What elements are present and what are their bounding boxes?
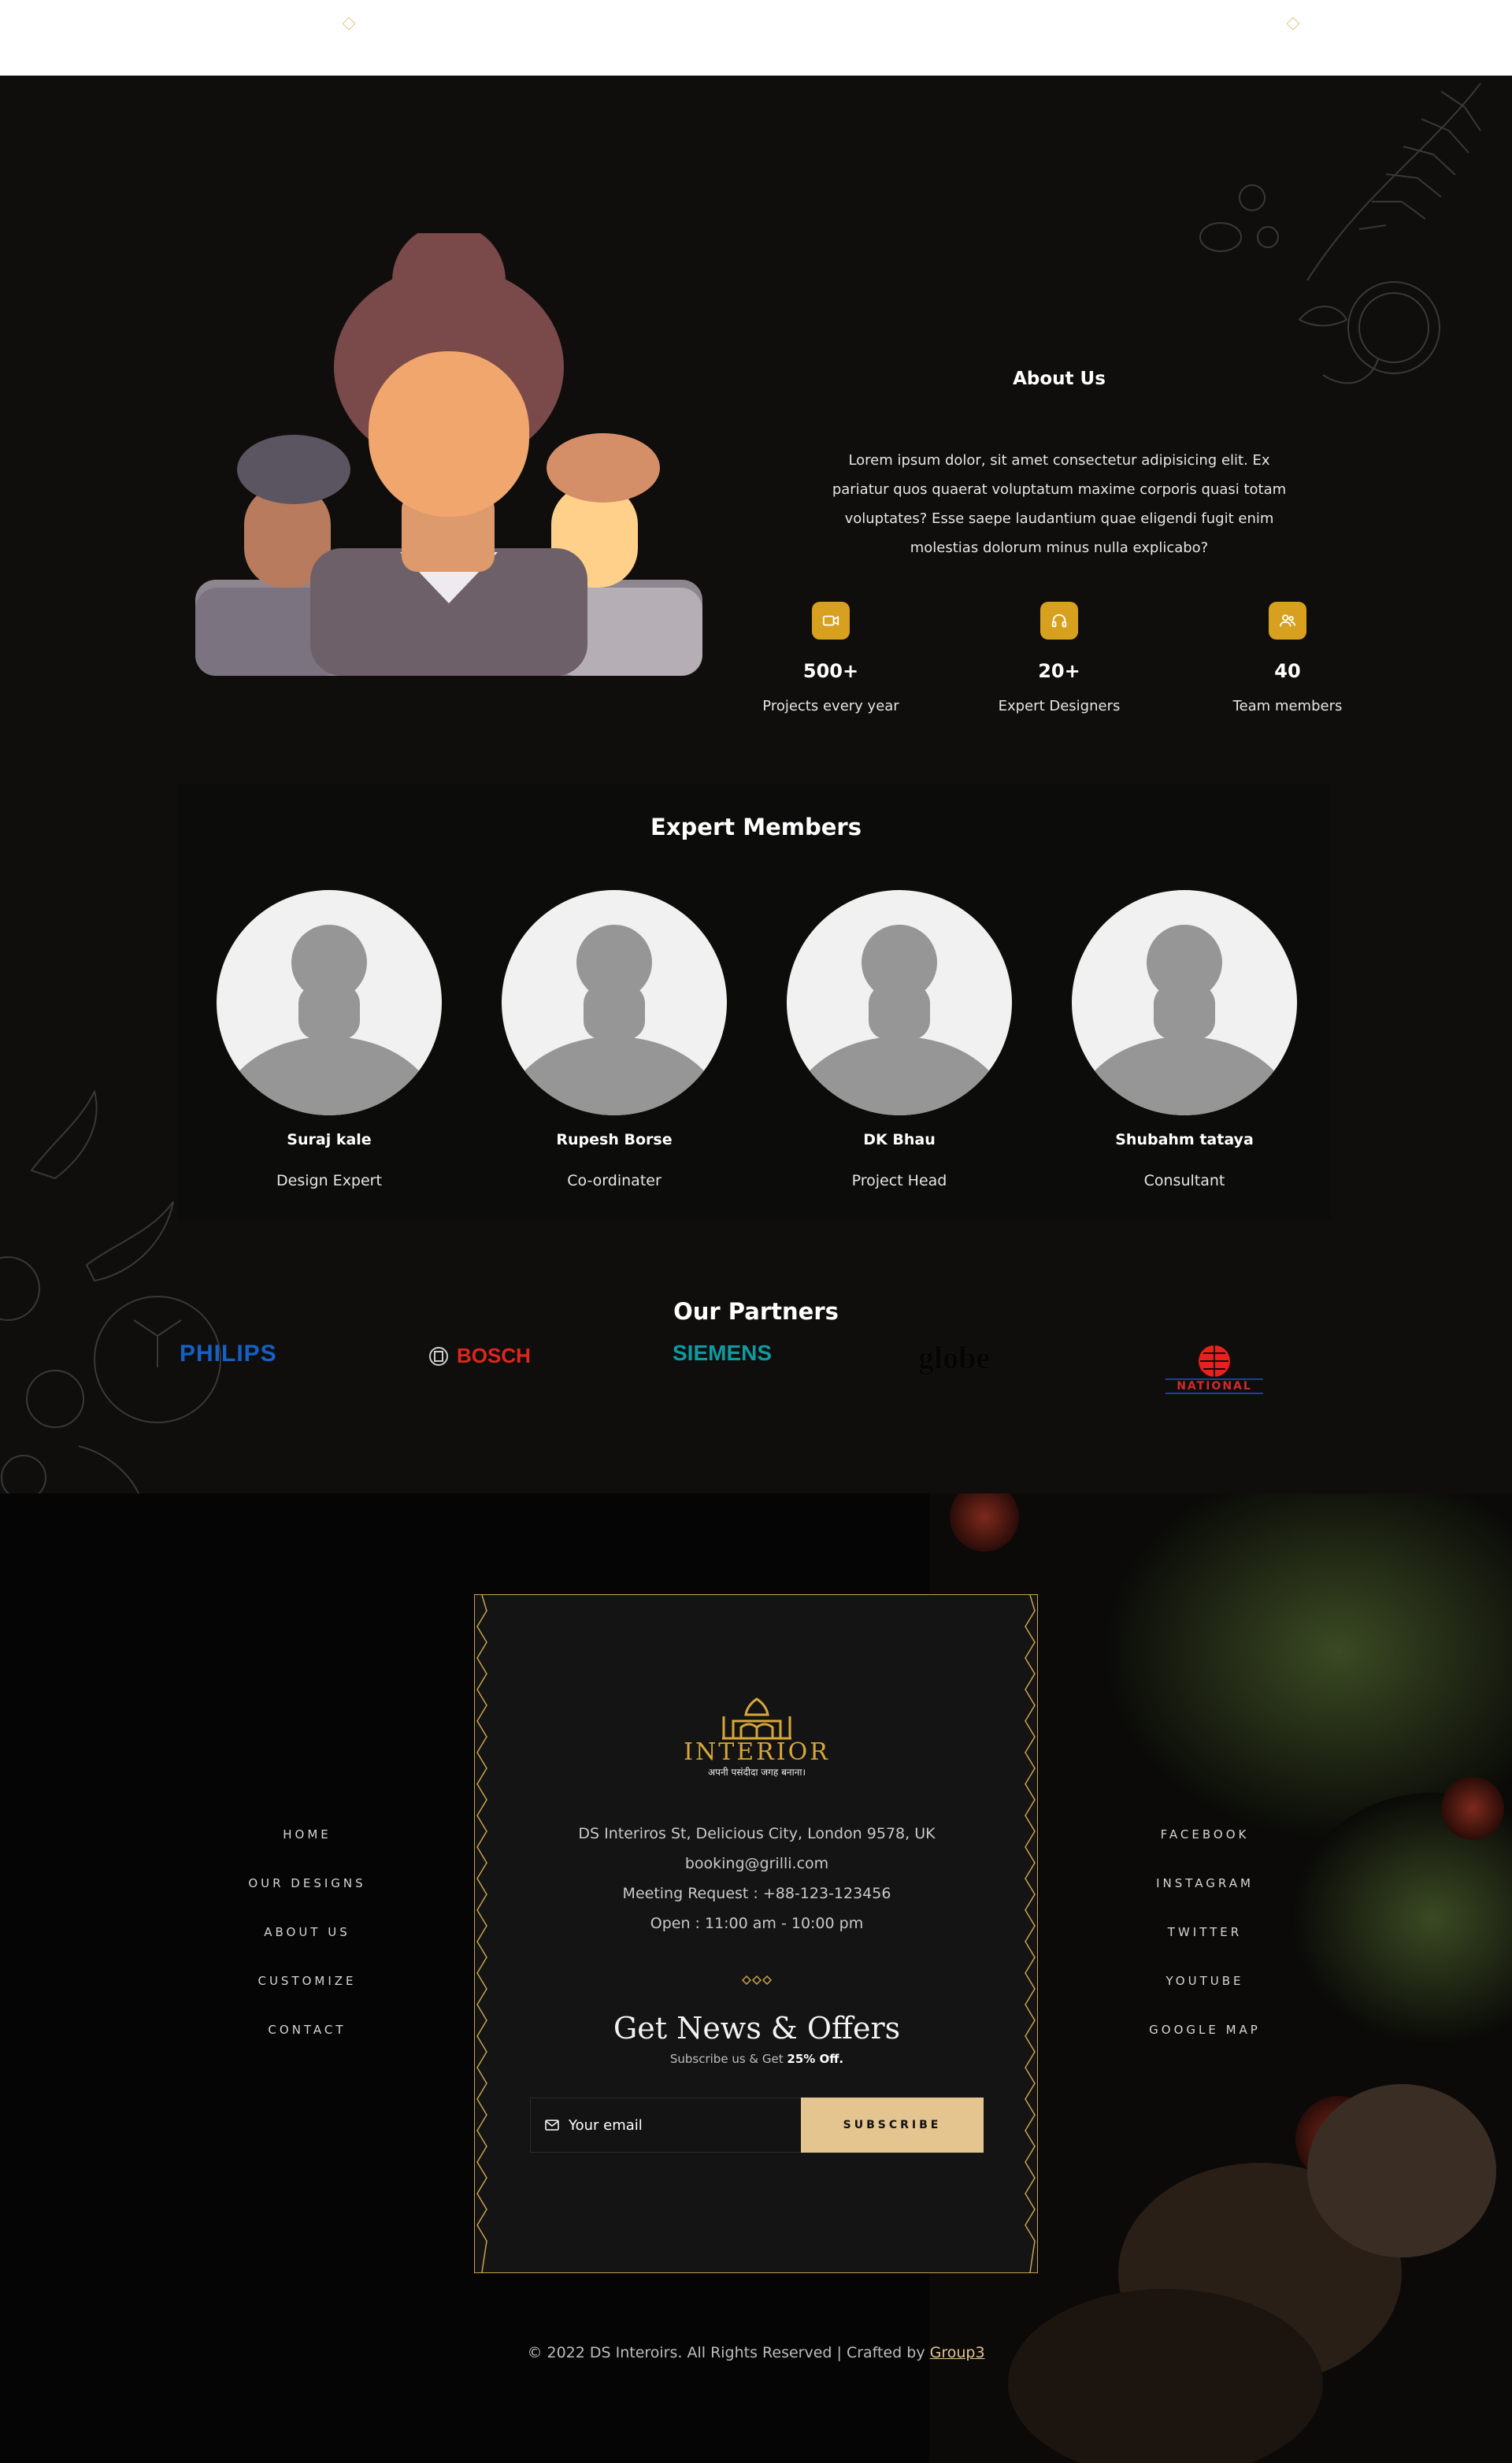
diamond-ornament-left bbox=[342, 17, 356, 31]
subscribe-button[interactable]: SUBSCRIBE bbox=[801, 2098, 984, 2153]
member-role: Design Expert bbox=[276, 1172, 382, 1189]
footer-link-contact[interactable]: CONTACT bbox=[189, 2023, 425, 2037]
stat-label: Expert Designers bbox=[998, 698, 1121, 714]
member-name: Shubahm tataya bbox=[1115, 1131, 1254, 1148]
footer-link-twitter[interactable]: TWITTER bbox=[1087, 1925, 1323, 1939]
meeting-request: Meeting Request : +88-123-123456 bbox=[622, 1885, 891, 1902]
member-card: Rupesh Borse Co-ordinater bbox=[496, 890, 732, 1189]
opening-hours: Open : 11:00 am - 10:00 pm bbox=[650, 1915, 864, 1932]
philips-logo[interactable]: PHILIPS bbox=[180, 1341, 277, 1367]
video-icon bbox=[812, 602, 850, 640]
member-card: Shubahm tataya Consultant bbox=[1066, 890, 1303, 1189]
globe-logo[interactable]: globe bbox=[918, 1339, 990, 1376]
member-role: Co-ordinater bbox=[567, 1172, 662, 1189]
herb-sketch-decoration bbox=[1199, 83, 1481, 384]
about-title: About Us bbox=[1013, 369, 1106, 389]
bosch-wordmark: BOSCH bbox=[457, 1344, 531, 1367]
mail-icon bbox=[545, 2120, 559, 2131]
top-strip bbox=[0, 0, 1512, 76]
member-card: DK Bhau Project Head bbox=[781, 890, 1017, 1189]
footer-link-facebook[interactable]: FACEBOOK bbox=[1087, 1827, 1323, 1842]
diamond-divider-icon bbox=[741, 1975, 773, 1986]
copyright: © 2022 DS Interoirs. All Rights Reserved… bbox=[0, 2344, 1512, 2361]
news-subtitle: Subscribe us & Get 25% Off. bbox=[475, 2052, 1039, 2066]
team-illustration bbox=[195, 233, 702, 676]
footer-link-our-designs[interactable]: OUR DESIGNS bbox=[189, 1876, 425, 1890]
avatar bbox=[787, 890, 1012, 1115]
bosch-emblem-icon bbox=[429, 1346, 448, 1366]
news-title: Get News & Offers bbox=[613, 2011, 901, 2046]
stat-team: 40 Team members bbox=[1197, 602, 1378, 714]
member-card: Suraj kale Design Expert bbox=[211, 890, 447, 1189]
discount-text: 25% Off. bbox=[787, 2052, 844, 2066]
about-description: Lorem ipsum dolor, sit amet consectetur … bbox=[832, 452, 1287, 556]
address: DS Interiros St, Delicious City, London … bbox=[578, 1825, 936, 1842]
stat-designers: 20+ Expert Designers bbox=[969, 602, 1150, 714]
stat-label: Team members bbox=[1232, 698, 1343, 714]
stat-projects: 500+ Projects every year bbox=[740, 602, 921, 714]
member-role: Project Head bbox=[851, 1172, 947, 1189]
member-role: Consultant bbox=[1143, 1172, 1225, 1189]
brand-name: INTERIOR bbox=[684, 1738, 830, 1766]
member-name: Rupesh Borse bbox=[556, 1131, 673, 1148]
members-title: Expert Members bbox=[650, 814, 862, 840]
bosch-logo[interactable]: BOSCH bbox=[428, 1344, 531, 1368]
credit-link[interactable]: Group3 bbox=[930, 2344, 985, 2361]
news-subtitle-text: Subscribe us & Get bbox=[669, 2052, 788, 2066]
member-name: Suraj kale bbox=[287, 1131, 372, 1148]
stat-value: 20+ bbox=[1038, 660, 1080, 682]
footer-link-google-map[interactable]: GOOGLE MAP bbox=[1087, 2023, 1323, 2037]
border-ornament-left bbox=[476, 1595, 487, 2272]
member-name: DK Bhau bbox=[863, 1131, 936, 1148]
avatar bbox=[217, 890, 442, 1115]
partners-title: Our Partners bbox=[673, 1298, 839, 1325]
avatar bbox=[502, 890, 727, 1115]
email-link[interactable]: booking@grilli.com bbox=[475, 1855, 1039, 1872]
brand-tagline: अपनी पसंदीदा जगह बनाना। bbox=[707, 1767, 806, 1778]
stat-value: 40 bbox=[1274, 660, 1301, 682]
diamond-ornament-right bbox=[1286, 17, 1300, 31]
siemens-logo[interactable]: SIEMENS bbox=[673, 1341, 772, 1366]
avatar bbox=[1072, 890, 1297, 1115]
email-placeholder: Your email bbox=[569, 2116, 643, 2134]
border-ornament-right bbox=[1025, 1595, 1036, 2272]
national-wordmark: NATIONAL bbox=[1166, 1378, 1263, 1394]
users-icon bbox=[1269, 602, 1306, 640]
footer-link-customize[interactable]: CUSTOMIZE bbox=[189, 1974, 425, 1988]
copyright-text: © 2022 DS Interoirs. All Rights Reserved… bbox=[527, 2344, 930, 2361]
stat-value: 500+ bbox=[802, 660, 859, 682]
email-input[interactable]: Your email bbox=[530, 2098, 802, 2153]
footer-link-instagram[interactable]: INSTAGRAM bbox=[1087, 1876, 1323, 1890]
headphones-icon bbox=[1040, 602, 1078, 640]
footer-link-youtube[interactable]: YOUTUBE bbox=[1087, 1974, 1323, 1988]
interior-logo-icon bbox=[722, 1697, 791, 1740]
national-logo[interactable]: NATIONAL bbox=[1166, 1344, 1263, 1394]
national-globe-icon bbox=[1199, 1345, 1230, 1377]
footer-card: INTERIOR अपनी पसंदीदा जगह बनाना। DS Inte… bbox=[474, 1594, 1038, 2273]
footer-link-home[interactable]: HOME bbox=[189, 1827, 425, 1842]
footer-link-about-us[interactable]: ABOUT US bbox=[189, 1925, 425, 1939]
stat-label: Projects every year bbox=[762, 698, 899, 714]
